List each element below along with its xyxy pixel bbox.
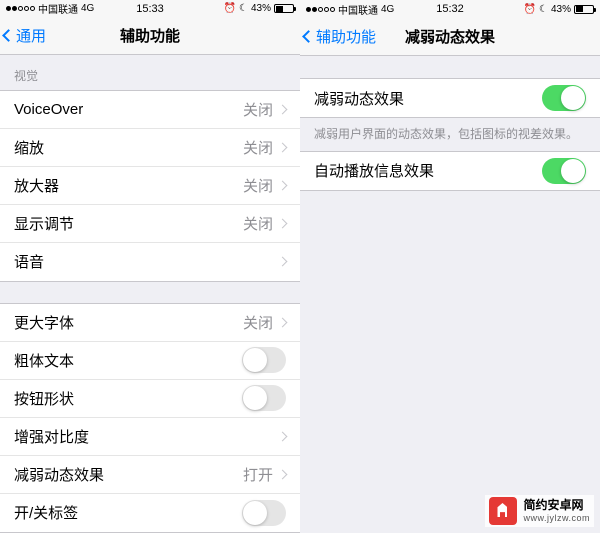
toggle-reduce-motion[interactable]	[542, 85, 586, 111]
row-value: 关闭	[243, 175, 273, 196]
row-label: VoiceOver	[14, 101, 243, 118]
group-text: 更大字体 关闭 粗体文本 按钮形状 增强对比度 减弱动态效果 打开	[0, 303, 300, 533]
row-on-off-labels[interactable]: 开/关标签	[0, 494, 300, 532]
back-button[interactable]: 通用	[0, 25, 46, 46]
row-reduce-motion[interactable]: 减弱动态效果 打开	[0, 456, 300, 494]
back-label: 辅助功能	[316, 26, 376, 47]
row-label: 增强对比度	[14, 426, 273, 447]
row-zoom[interactable]: 缩放 关闭	[0, 129, 300, 167]
chevron-left-icon	[2, 29, 15, 42]
network-label: 4G	[81, 3, 94, 14]
chevron-right-icon	[278, 432, 288, 442]
carrier-label: 中国联通	[38, 1, 78, 16]
clock-label: 15:32	[436, 3, 464, 15]
nav-bar: 辅助功能 减弱动态效果	[300, 18, 600, 56]
row-button-shapes[interactable]: 按钮形状	[0, 380, 300, 418]
row-larger-text[interactable]: 更大字体 关闭	[0, 304, 300, 342]
row-speech[interactable]: 语音	[0, 243, 300, 281]
signal-dots-icon	[6, 6, 35, 11]
group-autoplay: 自动播放信息效果	[300, 151, 600, 191]
row-bold-text[interactable]: 粗体文本	[0, 342, 300, 380]
watermark: 简约安卓网 www.jylzw.com	[485, 495, 594, 527]
row-label: 更大字体	[14, 312, 243, 333]
watermark-title: 简约安卓网	[523, 499, 590, 513]
network-label: 4G	[381, 4, 394, 15]
chevron-right-icon	[278, 470, 288, 480]
toggle-autoplay-effects[interactable]	[542, 158, 586, 184]
status-bar: 中国联通 4G 15:33 ⏰ ☾ 43%	[0, 0, 300, 18]
footer-description: 减弱用户界面的动态效果，包括图标的视差效果。	[300, 118, 600, 151]
row-autoplay-effects[interactable]: 自动播放信息效果	[300, 152, 600, 190]
dnd-icon: ☾	[239, 3, 248, 14]
row-increase-contrast[interactable]: 增强对比度	[0, 418, 300, 456]
group-reduce-motion: 减弱动态效果	[300, 78, 600, 118]
row-magnifier[interactable]: 放大器 关闭	[0, 167, 300, 205]
chevron-left-icon	[302, 30, 315, 43]
row-value: 关闭	[243, 99, 273, 120]
status-bar: 中国联通 4G 15:32 ⏰ ☾ 43%	[300, 0, 600, 18]
back-button[interactable]: 辅助功能	[300, 26, 376, 47]
row-value: 关闭	[243, 312, 273, 333]
alarm-icon: ⏰	[224, 3, 236, 14]
toggle-on-off-labels[interactable]	[242, 500, 286, 526]
chevron-right-icon	[278, 180, 288, 190]
row-label: 开/关标签	[14, 502, 242, 523]
chevron-right-icon	[278, 142, 288, 152]
row-value: 关闭	[243, 213, 273, 234]
alarm-icon: ⏰	[524, 4, 536, 15]
back-label: 通用	[16, 25, 46, 46]
chevron-right-icon	[278, 218, 288, 228]
dnd-icon: ☾	[539, 4, 548, 15]
row-label: 减弱动态效果	[14, 464, 243, 485]
row-label: 按钮形状	[14, 388, 242, 409]
group-vision: VoiceOver 关闭 缩放 关闭 放大器 关闭 显示调节 关闭 语音	[0, 90, 300, 282]
clock-label: 15:33	[136, 3, 164, 15]
screen-accessibility: 中国联通 4G 15:33 ⏰ ☾ 43% 通用 辅助功能 视觉 VoiceOv…	[0, 0, 300, 533]
row-value: 关闭	[243, 137, 273, 158]
battery-icon	[574, 5, 594, 14]
page-title: 减弱动态效果	[405, 26, 495, 47]
battery-percent: 43%	[551, 4, 571, 15]
row-label: 放大器	[14, 175, 243, 196]
battery-percent: 43%	[251, 3, 271, 14]
watermark-url: www.jylzw.com	[523, 513, 590, 523]
signal-dots-icon	[306, 7, 335, 12]
toggle-bold-text[interactable]	[242, 347, 286, 373]
watermark-logo-icon	[489, 497, 517, 525]
row-value: 打开	[243, 464, 273, 485]
carrier-label: 中国联通	[338, 2, 378, 17]
row-display-accommodations[interactable]: 显示调节 关闭	[0, 205, 300, 243]
row-label: 自动播放信息效果	[314, 160, 542, 181]
chevron-right-icon	[278, 318, 288, 328]
section-header-vision: 视觉	[0, 55, 300, 90]
screen-reduce-motion: 中国联通 4G 15:32 ⏰ ☾ 43% 辅助功能 减弱动态效果 减弱动态效果	[300, 0, 600, 533]
toggle-button-shapes[interactable]	[242, 385, 286, 411]
chevron-right-icon	[278, 104, 288, 114]
row-voiceover[interactable]: VoiceOver 关闭	[0, 91, 300, 129]
chevron-right-icon	[278, 257, 288, 267]
battery-icon	[274, 4, 294, 13]
row-reduce-motion-toggle[interactable]: 减弱动态效果	[300, 79, 600, 117]
page-title: 辅助功能	[120, 25, 180, 46]
nav-bar: 通用 辅助功能	[0, 18, 300, 55]
row-label: 粗体文本	[14, 350, 242, 371]
row-label: 减弱动态效果	[314, 88, 542, 109]
row-label: 缩放	[14, 137, 243, 158]
row-label: 语音	[14, 251, 273, 272]
row-label: 显示调节	[14, 213, 243, 234]
